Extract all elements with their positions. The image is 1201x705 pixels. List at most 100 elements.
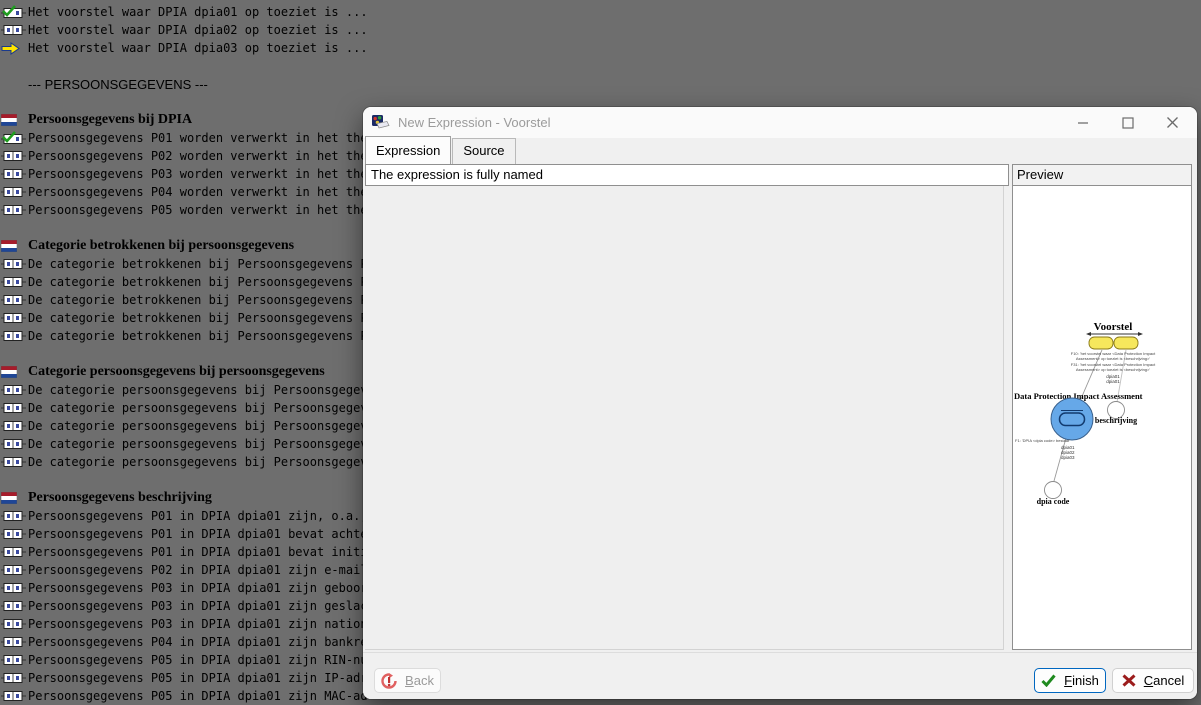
- green-check-icon: [1041, 674, 1056, 687]
- row-text: Persoonsgegevens P05 in DPIA dpia01 zijn…: [28, 671, 368, 685]
- fact-type-icon: [0, 618, 28, 630]
- row-text: Het voorstel waar DPIA dpia01 op toeziet…: [28, 5, 368, 19]
- row-text: Persoonsgegevens P02 in DPIA dpia01 zijn…: [28, 563, 368, 577]
- row-text: Persoonsgegevens P05 worden verwerkt in …: [28, 203, 375, 217]
- fact-type-icon: [0, 294, 28, 306]
- row-text: Persoonsgegevens P04 worden verwerkt in …: [28, 185, 375, 199]
- row-text: Persoonsgegevens P03 in DPIA dpia01 zijn…: [28, 599, 368, 613]
- fact-type-icon: [0, 600, 28, 612]
- f1-rule-line: F1: 'DPIA <dpia code> bestaat': [1015, 438, 1070, 443]
- fact-type-icon: [0, 168, 28, 180]
- preview-panel: Preview Voorstel F10: 'het voorstel waar…: [1012, 164, 1192, 650]
- fact-type-icon: [0, 456, 28, 468]
- fact-type-icon: [0, 384, 28, 396]
- row-text: Persoonsgegevens P01 in DPIA dpia01 beva…: [28, 545, 368, 559]
- minimize-icon[interactable]: [1060, 107, 1105, 138]
- expression-editor-area[interactable]: [365, 186, 1004, 650]
- row-text: Persoonsgegevens P01 in DPIA dpia01 beva…: [28, 527, 368, 541]
- cancel-button-label: Cancel: [1143, 673, 1185, 688]
- fact-type-icon: [0, 438, 28, 450]
- row-text: De categorie persoonsgegevens bij Persoo…: [28, 419, 368, 433]
- fact-type-icon: [0, 690, 28, 702]
- role-box-2: [1113, 336, 1139, 350]
- fact-type-icon: [0, 204, 28, 216]
- model-preview-diagram: Voorstel F10: 'het voorstel waar <Data P…: [1014, 321, 1156, 506]
- row-text: De categorie betrokkenen bij Persoonsgeg…: [28, 257, 368, 271]
- maximize-icon[interactable]: [1105, 107, 1150, 138]
- row-text: Persoonsgegevens P04 in DPIA dpia01 zijn…: [28, 635, 368, 649]
- fact-type-icon: [0, 564, 28, 576]
- fact-type-icon: [0, 420, 28, 432]
- fact-type-icon: [0, 582, 28, 594]
- role-box-1: [1088, 336, 1114, 350]
- fact-type-label: Voorstel: [1094, 321, 1133, 333]
- netherlands-flag-icon: [0, 366, 28, 378]
- dialog-tabbar: Expression Source: [363, 136, 1197, 164]
- dialog-titlebar[interactable]: New Expression - Voorstel: [363, 107, 1197, 138]
- fact-type-icon: [0, 312, 28, 324]
- tab-source[interactable]: Source: [452, 138, 516, 164]
- entity-example: dpia03: [1061, 455, 1075, 460]
- app-icon: [372, 115, 390, 130]
- fact-type-icon: [0, 258, 28, 270]
- derivation-arrow-icon: [0, 41, 28, 55]
- netherlands-flag-icon: [0, 114, 28, 126]
- row-text: Categorie persoonsgegevens bij persoonsg…: [28, 364, 325, 379]
- row-text: Persoonsgegevens P05 in DPIA dpia01 zijn…: [28, 653, 368, 667]
- red-x-icon: [1122, 674, 1136, 687]
- row-text: Het voorstel waar DPIA dpia03 op toeziet…: [28, 41, 368, 55]
- blank-row: [0, 57, 1201, 75]
- finish-button[interactable]: Finish: [1034, 668, 1106, 693]
- row-text: De categorie betrokkenen bij Persoonsgeg…: [28, 293, 368, 307]
- row-text: Categorie betrokkenen bij persoonsgegeve…: [28, 238, 295, 253]
- row-text: De categorie betrokkenen bij Persoonsgeg…: [28, 311, 368, 325]
- row-text: De categorie persoonsgegevens bij Persoo…: [28, 401, 368, 415]
- fact-example: dpia01: [1106, 379, 1120, 384]
- row-text: Persoonsgegevens P01 worden verwerkt in …: [28, 131, 375, 145]
- arrowhead-right: [1138, 332, 1143, 336]
- expression-status-message: The expression is fully named: [365, 164, 1009, 186]
- preview-header: Preview: [1013, 165, 1191, 186]
- rule-line: Assessment> op toeziet is <beschrijving>…: [1076, 356, 1150, 361]
- rule-line: Assessment> op toeziet is <beschrijving>…: [1076, 367, 1150, 372]
- row-text: Persoonsgegevens P01 in DPIA dpia01 zijn…: [28, 509, 368, 523]
- revert-icon: [381, 672, 397, 689]
- fact-list-item[interactable]: Het voorstel waar DPIA dpia02 op toeziet…: [0, 21, 1201, 39]
- fact-type-icon: [0, 150, 28, 162]
- fact-type-icon: [0, 510, 28, 522]
- back-button[interactable]: Back: [374, 668, 441, 693]
- fact-type-icon: [0, 654, 28, 666]
- fact-list-item[interactable]: Het voorstel waar DPIA dpia03 op toeziet…: [0, 39, 1201, 57]
- validated-fact-icon: [0, 131, 28, 145]
- row-text: De categorie persoonsgegevens bij Persoo…: [28, 383, 368, 397]
- row-text: Persoonsgegevens P03 in DPIA dpia01 zijn…: [28, 617, 368, 631]
- row-text: De categorie betrokkenen bij Persoonsgeg…: [28, 329, 368, 343]
- row-text: Persoonsgegevens bij DPIA: [28, 112, 193, 127]
- dialog-title: New Expression - Voorstel: [398, 115, 551, 130]
- refmode-circle: [1044, 481, 1062, 499]
- entity-circle: [1050, 397, 1094, 441]
- fact-type-icon: [0, 330, 28, 342]
- validated-fact-icon: [0, 5, 28, 19]
- row-text: Persoonsgegevens P03 worden verwerkt in …: [28, 167, 375, 181]
- finish-button-label: Finish: [1064, 673, 1099, 688]
- fact-list-item[interactable]: Het voorstel waar DPIA dpia01 op toeziet…: [0, 3, 1201, 21]
- arrowhead-left: [1086, 332, 1091, 336]
- tab-expression[interactable]: Expression: [365, 136, 452, 164]
- row-text: Persoonsgegevens beschrijving: [28, 490, 212, 505]
- row-text: De categorie persoonsgegevens bij Persoo…: [28, 455, 368, 469]
- value-type-label: beschrijving: [1095, 416, 1137, 425]
- back-button-label: Back: [405, 673, 434, 688]
- row-text: Persoonsgegevens P05 in DPIA dpia01 zijn…: [28, 689, 368, 703]
- refmode-label: dpia code: [1037, 497, 1070, 506]
- fact-type-icon: [0, 528, 28, 540]
- fact-type-icon: [0, 186, 28, 198]
- close-icon[interactable]: [1150, 107, 1195, 138]
- fact-type-icon: [0, 276, 28, 288]
- fact-type-icon: [0, 546, 28, 558]
- fact-type-icon: [0, 24, 28, 36]
- section-divider: --- PERSOONSGEGEVENS ---: [0, 75, 1201, 93]
- cancel-button[interactable]: Cancel: [1112, 668, 1194, 693]
- fact-type-icon: [0, 402, 28, 414]
- dialog-footer: Back Finish Cancel: [363, 652, 1197, 699]
